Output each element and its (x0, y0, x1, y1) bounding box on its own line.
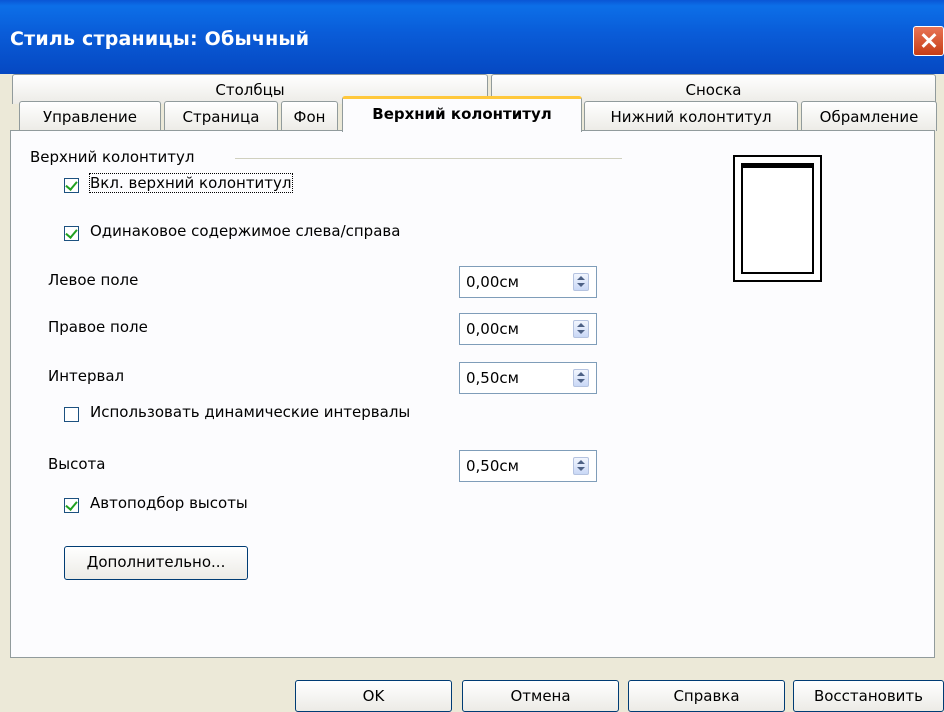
right-margin-spinbox[interactable]: 0,00см (459, 313, 597, 345)
left-margin-label: Левое поле (48, 271, 139, 289)
spacing-label: Интервал (48, 367, 125, 385)
spin-arrows-icon[interactable] (573, 273, 589, 291)
same-content-label[interactable]: Одинаковое содержимое слева/справа (90, 222, 400, 240)
left-margin-spinbox[interactable]: 0,00см (459, 266, 597, 298)
more-options-button[interactable]: Дополнительно... (64, 546, 248, 580)
close-icon[interactable] (913, 26, 944, 56)
title-bar: Стиль страницы: Обычный (0, 0, 944, 74)
spin-arrows-icon[interactable] (573, 320, 589, 338)
tab-label: Фон (293, 108, 326, 126)
right-margin-value[interactable]: 0,00см (466, 320, 519, 338)
autofit-height-checkbox[interactable] (64, 498, 79, 513)
window-title: Стиль страницы: Обычный (10, 28, 310, 50)
page-preview-inner (741, 163, 814, 274)
tab-page[interactable]: Страница (164, 101, 278, 131)
spin-arrows-icon[interactable] (573, 369, 589, 387)
ok-button[interactable]: OK (295, 680, 452, 712)
spacing-value[interactable]: 0,50см (466, 369, 519, 387)
tab-footer[interactable]: Нижний колонтитул (584, 101, 798, 131)
page-preview (733, 155, 822, 282)
enable-header-label[interactable]: Вкл. верхний колонтитул (89, 173, 293, 193)
left-margin-value[interactable]: 0,00см (466, 273, 519, 291)
enable-header-checkbox[interactable] (64, 178, 79, 193)
height-spinbox[interactable]: 0,50см (459, 450, 597, 482)
spin-arrows-icon[interactable] (573, 457, 589, 475)
height-label: Высота (48, 455, 106, 473)
help-button[interactable]: Справка (628, 680, 785, 712)
tab-label: Обрамление (819, 108, 919, 126)
group-divider (235, 158, 622, 159)
dynamic-spacing-checkbox[interactable] (64, 407, 79, 422)
tab-label: Нижний колонтитул (610, 108, 772, 126)
spacing-spinbox[interactable]: 0,50см (459, 362, 597, 394)
tab-header[interactable]: Верхний колонтитул (342, 96, 582, 132)
tab-label: Управление (42, 108, 138, 126)
cancel-button[interactable]: Отмена (462, 680, 619, 712)
right-margin-label: Правое поле (48, 318, 148, 336)
same-content-checkbox[interactable] (64, 226, 79, 241)
dynamic-spacing-label[interactable]: Использовать динамические интервалы (90, 403, 410, 421)
tab-background[interactable]: Фон (281, 101, 338, 131)
autofit-height-label[interactable]: Автоподбор высоты (90, 494, 248, 512)
tab-organizer[interactable]: Управление (19, 101, 161, 131)
tab-label: Верхний колонтитул (372, 105, 552, 123)
group-label: Верхний колонтитул (30, 148, 195, 166)
height-value[interactable]: 0,50см (466, 457, 519, 475)
reset-button[interactable]: Восстановить (793, 680, 944, 712)
tab-borders[interactable]: Обрамление (801, 101, 937, 131)
tab-label: Страница (182, 108, 260, 126)
